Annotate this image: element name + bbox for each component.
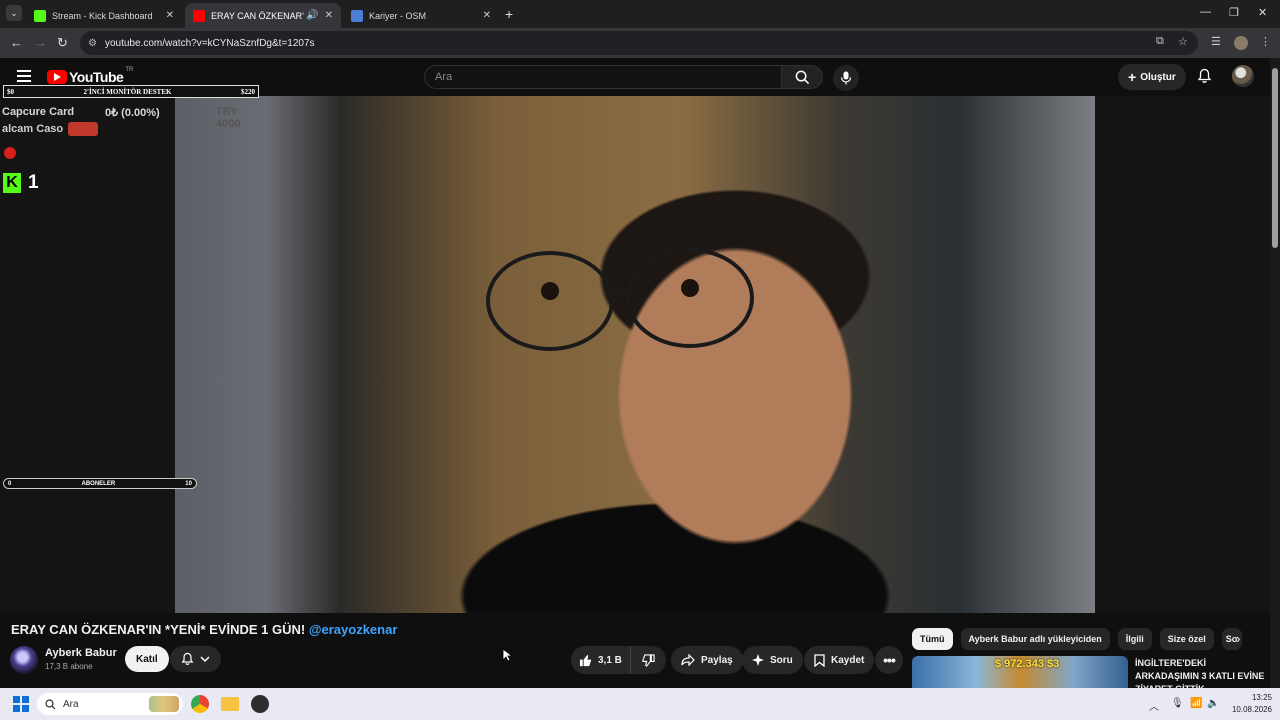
join-button[interactable]: Katıl: [125, 646, 169, 672]
bell-icon: [181, 652, 194, 665]
share-button[interactable]: Paylaş: [671, 646, 743, 674]
address-bar[interactable]: ⚙ youtube.com/watch?v=kCYNaSznfDg&t=1207…: [80, 31, 1198, 55]
windows-start-icon[interactable]: [13, 696, 29, 712]
youtube-play-icon: [47, 70, 67, 84]
minimize-icon[interactable]: —: [1200, 6, 1211, 18]
chevron-right-icon[interactable]: ›: [1236, 631, 1240, 646]
mouse-cursor-icon: [502, 648, 512, 662]
tab-kick-dashboard[interactable]: Stream - Kick Dashboard ✕: [26, 3, 182, 28]
close-window-icon[interactable]: ✕: [1258, 6, 1267, 19]
red-badge-icon: [4, 147, 16, 159]
microphone-tray-icon[interactable]: 🎙: [1171, 698, 1184, 709]
taskbar-clock[interactable]: 13:25 10.08.2026: [1226, 692, 1272, 716]
profile-avatar[interactable]: [1234, 36, 1248, 50]
tray-chevron-up-icon[interactable]: ︿: [1149, 698, 1159, 713]
close-icon[interactable]: ✕: [166, 10, 174, 21]
file-explorer-icon[interactable]: [221, 697, 239, 711]
reading-list-icon[interactable]: ☰: [1211, 35, 1221, 48]
create-button[interactable]: + Oluştur: [1118, 64, 1186, 90]
search-highlight-image: [149, 696, 179, 712]
voice-search-button[interactable]: [833, 65, 859, 91]
chip-related[interactable]: İlgili: [1117, 628, 1152, 650]
casino-sticker: [68, 122, 99, 136]
hamburger-menu-icon[interactable]: [17, 70, 31, 82]
plus-icon: +: [1128, 69, 1137, 85]
obs-icon[interactable]: [251, 695, 269, 713]
browser-tab-strip: ⌄ Stream - Kick Dashboard ✕ ERAY CAN ÖZK…: [0, 0, 1280, 28]
more-actions-button[interactable]: •••: [875, 646, 903, 674]
video-player[interactable]: [175, 96, 1095, 613]
chip-all[interactable]: Tümü: [912, 628, 953, 650]
recommendation-chips: Tümü Ayberk Babur adlı yükleyiciden İlgi…: [912, 628, 1242, 650]
close-icon[interactable]: ✕: [483, 10, 491, 21]
chrome-icon[interactable]: [191, 695, 209, 713]
dislike-button[interactable]: [631, 653, 666, 667]
osm-icon: [351, 9, 363, 22]
mention-link[interactable]: @erayozkenar: [309, 622, 398, 637]
menu-dots-icon[interactable]: ⋮: [1260, 35, 1271, 48]
subscription-bell-button[interactable]: [170, 646, 221, 672]
taskbar-search[interactable]: Ara: [37, 693, 183, 715]
alcam-overlay-text: alcam Caso: [2, 122, 99, 136]
channel-name[interactable]: Ayberk Babur: [45, 647, 117, 659]
like-button[interactable]: 3,1 B: [571, 646, 631, 674]
microphone-icon: [840, 71, 852, 85]
windows-taskbar: Ara ︿ 🎙 📶 🔈 13:25 10.08.2026: [0, 688, 1280, 720]
tab-osm[interactable]: Kariyer - OSM ✕: [343, 3, 499, 28]
kick-icon: [34, 9, 46, 22]
speaker-icon[interactable]: 🔊: [306, 10, 318, 21]
search-button[interactable]: [781, 65, 823, 89]
volume-icon[interactable]: 🔈: [1207, 698, 1219, 709]
channel-avatar[interactable]: [10, 646, 38, 674]
ask-button[interactable]: Soru: [742, 646, 803, 674]
search-icon: [795, 70, 809, 84]
like-dislike-group: 3,1 B: [571, 646, 666, 674]
notifications-bell-icon[interactable]: [1197, 68, 1212, 84]
recommended-video-title[interactable]: İNGİLTERE'DEKİ ARKADAŞIMIN 3 KATLI EVİNE…: [1135, 657, 1265, 688]
new-tab-icon[interactable]: +: [505, 6, 513, 22]
save-button[interactable]: Kaydet: [804, 646, 875, 674]
recommended-video-thumbnail[interactable]: $ 972.343 $3: [912, 656, 1128, 688]
site-settings-icon[interactable]: ⚙: [88, 38, 97, 49]
capture-card-goal: Capcure Card 0₺ (0.00%) TRY 4000: [2, 106, 241, 130]
restore-icon[interactable]: ❐: [1229, 6, 1239, 19]
bookmark-icon: [814, 653, 825, 667]
share-arrow-icon: [681, 654, 695, 666]
video-title: ERAY CAN ÖZKENAR'IN *YENİ* EVİNDE 1 GÜN!…: [11, 622, 398, 637]
donation-goal-bar: $0 2'İNCİ MONİTÖR DESTEK $220: [3, 85, 259, 98]
youtube-icon: [193, 9, 205, 22]
bookmark-star-icon[interactable]: ☆: [1178, 35, 1188, 48]
back-icon[interactable]: ←: [10, 35, 23, 50]
reload-icon[interactable]: ↻: [57, 35, 68, 51]
chip-for-you[interactable]: Size özel: [1159, 628, 1214, 650]
thumbs-up-icon: [579, 654, 592, 667]
subscriber-goal-bar: 0 ABONELER 10: [3, 478, 197, 489]
scrollbar-thumb[interactable]: [1272, 68, 1278, 248]
kick-viewer-count: K 1: [3, 172, 39, 194]
chip-from-uploader[interactable]: Ayberk Babur adlı yükleyiciden: [960, 628, 1110, 650]
search-icon: [45, 698, 56, 709]
wifi-icon[interactable]: 📶: [1190, 698, 1202, 709]
kick-logo-icon: K: [3, 173, 21, 193]
page-scrollbar[interactable]: [1270, 58, 1280, 688]
tab-youtube-video[interactable]: ERAY CAN ÖZKENAR'IN *YE 🔊 ✕: [185, 3, 341, 28]
browser-toolbar: ← → ↻ ⚙ youtube.com/watch?v=kCYNaSznfDg&…: [0, 28, 1280, 58]
close-icon[interactable]: ✕: [325, 10, 333, 21]
install-icon[interactable]: ⧉: [1156, 35, 1164, 48]
thumbs-down-icon: [642, 653, 655, 667]
sparkle-icon: [752, 654, 764, 666]
account-avatar[interactable]: [1232, 65, 1254, 87]
more-dots-icon: •••: [883, 652, 896, 668]
channel-subscriber-count: 17,3 B abone: [45, 662, 93, 671]
search-input[interactable]: Ara: [424, 65, 782, 89]
forward-icon[interactable]: →: [34, 35, 47, 50]
tab-search-chevron-icon[interactable]: ⌄: [6, 5, 22, 21]
video-frame-glasses: [486, 248, 754, 351]
youtube-logo[interactable]: YouTube TR: [47, 67, 133, 85]
chevron-down-icon: [200, 656, 210, 663]
